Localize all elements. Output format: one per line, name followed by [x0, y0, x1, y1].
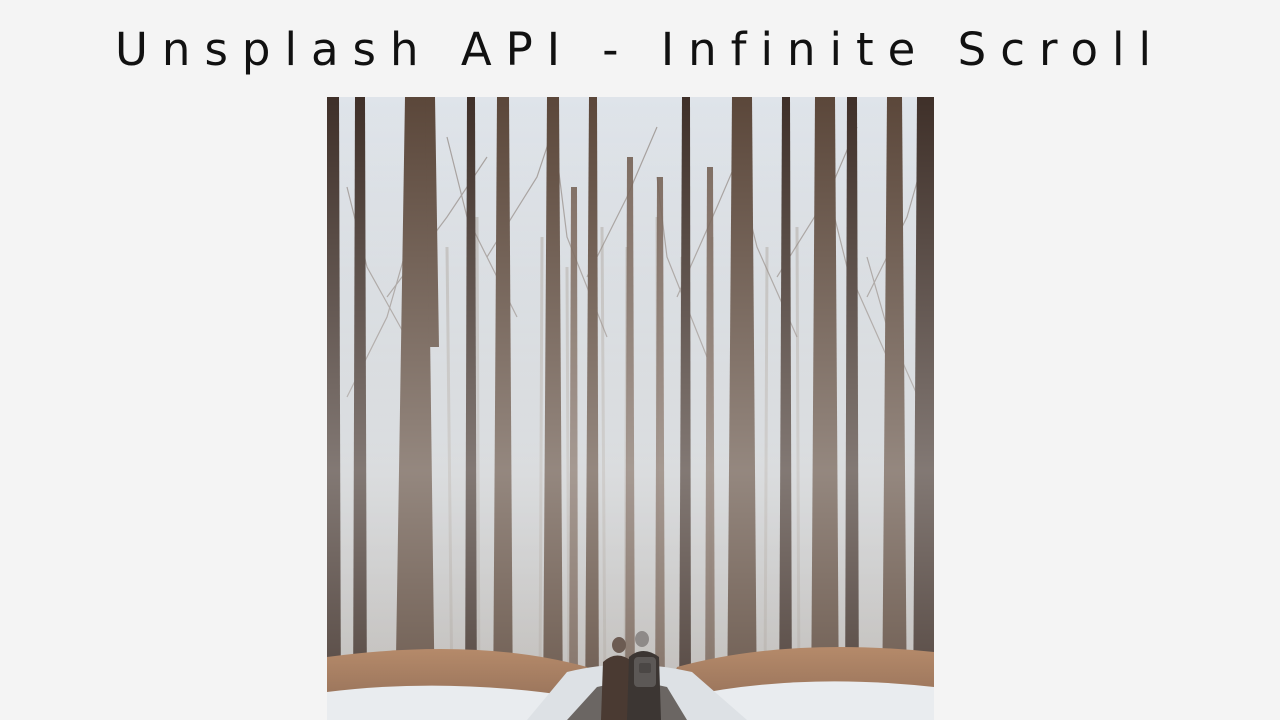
image-container [327, 97, 934, 720]
photo [327, 97, 934, 720]
page-title: Unsplash API - Infinite Scroll [115, 23, 1165, 76]
page: Unsplash API - Infinite Scroll [0, 0, 1280, 720]
